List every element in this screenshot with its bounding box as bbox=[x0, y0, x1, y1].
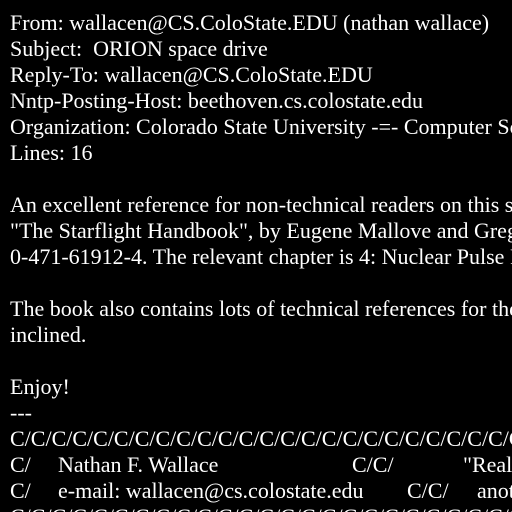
signature-border-top: C/C/C/C/C/C/C/C/C/C/C/C/C/C/C/C/C/C/C/C/… bbox=[10, 426, 512, 451]
signature-email: e-mail: wallacen@cs.colostate.edu bbox=[58, 478, 364, 503]
signature-mid-marker: C/C/ bbox=[352, 452, 394, 477]
closing-line: Enjoy! bbox=[10, 374, 70, 399]
signature-mid-marker: C/C/ bbox=[407, 478, 449, 503]
body-paragraph-2-line-1: The book also contains lots of technical… bbox=[10, 296, 512, 321]
header-reply-to: Reply-To: wallacen@CS.ColoState.EDU bbox=[10, 62, 373, 87]
header-subject: Subject: ORION space drive bbox=[10, 36, 268, 61]
signature-left-marker: C/ bbox=[10, 452, 31, 477]
body-paragraph-1-line-2: "The Starflight Handbook", by Eugene Mal… bbox=[10, 218, 512, 243]
signature-separator: --- bbox=[10, 400, 32, 425]
body-paragraph-1-line-1: An excellent reference for non-technical… bbox=[10, 192, 512, 217]
body-paragraph-2-line-2: inclined. bbox=[10, 322, 87, 347]
signature-left-marker: C/ bbox=[10, 478, 31, 503]
header-nntp-posting-host: Nntp-Posting-Host: beethoven.cs.colostat… bbox=[10, 88, 424, 113]
signature-quote-line-2: another convenient bbox=[477, 478, 512, 503]
signature-quote-line-1: "Reality is just bbox=[463, 452, 512, 477]
email-document: From: wallacen@CS.ColoState.EDU (nathan … bbox=[0, 0, 512, 512]
signature-border-bottom: C/C/C/C/C/C/C/C/C/C/C/C/C/C/C/C/C/C/C/C/… bbox=[10, 504, 512, 512]
header-from: From: wallacen@CS.ColoState.EDU (nathan … bbox=[10, 10, 490, 35]
header-organization: Organization: Colorado State University … bbox=[10, 114, 512, 139]
header-lines: Lines: 16 bbox=[10, 140, 93, 165]
signature-name: Nathan F. Wallace bbox=[58, 452, 219, 477]
body-paragraph-1-line-3: 0-471-61912-4. The relevant chapter is 4… bbox=[10, 244, 512, 269]
